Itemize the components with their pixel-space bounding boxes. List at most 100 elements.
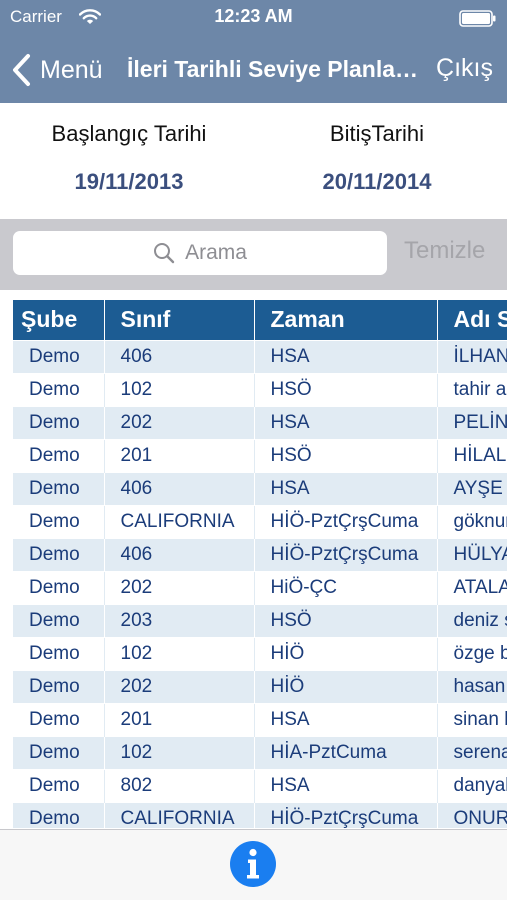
exit-button[interactable]: Çıkış — [436, 54, 493, 83]
cell-adi-soyadi: HİLAL — [437, 438, 507, 472]
table-row[interactable]: Demo 202 HSA PELİN — [13, 405, 507, 439]
cell-sube: Demo — [13, 405, 105, 439]
cell-sube: Demo — [13, 768, 105, 802]
cell-sinif: 202 — [104, 669, 255, 703]
page-title: İleri Tarihli Seviye Planlaması — [127, 56, 422, 82]
chevron-left-icon — [13, 54, 30, 86]
cell-sube: Demo — [13, 669, 105, 703]
cell-zaman: HİÖ-PztÇrşCuma — [254, 537, 438, 571]
cell-zaman: HSA — [254, 471, 438, 505]
cell-adi-soyadi: göknur — [437, 504, 507, 538]
cell-adi-soyadi: sinan b — [437, 702, 507, 736]
table-row[interactable]: Demo406HİÖ-PztÇrşCumaHÜLYA — [13, 537, 507, 571]
cell-sube: Demo — [13, 702, 105, 736]
status-bar: Carrier 12:23 AM — [0, 0, 507, 36]
clear-button[interactable]: Temizle — [404, 237, 485, 265]
table-row[interactable]: Demo 102 HİA-PztCuma serena — [13, 735, 507, 769]
end-date-label: BitişTarihi — [329, 121, 425, 146]
search-placeholder: Arama — [185, 241, 247, 264]
cell-sube: Demo — [13, 603, 105, 637]
cell-sube: Demo — [13, 801, 105, 828]
start-date-value[interactable]: 19/11/2013 — [2, 169, 256, 195]
start-date[interactable]: Başlangıç Tarihi 19/11/2013 — [2, 121, 256, 195]
battery-icon — [459, 10, 496, 27]
start-date-label: Başlangıç Tarihi — [51, 121, 207, 146]
column-header-zaman[interactable]: Zaman — [254, 300, 438, 340]
cell-zaman: HSA — [254, 405, 438, 439]
search-input[interactable]: Arama — [13, 231, 387, 275]
table-row[interactable]: Demo201HSAsinan b — [13, 702, 507, 736]
end-date-value[interactable]: 20/11/2014 — [250, 169, 504, 195]
cell-sube: Demo — [13, 438, 105, 472]
cell-zaman: HSA — [254, 702, 438, 736]
cell-sube: Demo — [13, 636, 105, 670]
cell-sinif: CALIFORNIA — [104, 801, 255, 828]
cell-sinif: CALIFORNIA — [104, 504, 255, 538]
cell-adi-soyadi: AYŞE — [437, 471, 507, 505]
cell-zaman: HİÖ-PztÇrşCuma — [254, 504, 438, 538]
table-row[interactable]: Demo 102 HİÖ özge b — [13, 636, 507, 670]
cell-sinif: 102 — [104, 636, 255, 670]
cell-sinif: 201 — [104, 702, 255, 736]
info-icon[interactable] — [229, 840, 277, 888]
table-header-row: Şube Sınıf Zaman Adı Soyadı — [13, 300, 507, 340]
cell-sinif: 406 — [104, 339, 255, 373]
cell-adi-soyadi: danyal — [437, 768, 507, 802]
cell-sinif: 201 — [104, 438, 255, 472]
end-date[interactable]: BitişTarihi 20/11/2014 — [250, 121, 504, 195]
cell-sinif: 102 — [104, 372, 255, 406]
cell-sinif: 406 — [104, 471, 255, 505]
cell-zaman: HSA — [254, 768, 438, 802]
table-row[interactable]: Demo CALIFORNIA HİÖ-PztÇrşCuma ONUR — [13, 801, 507, 828]
table-row[interactable]: Demo 406 HSA İLHAN — [13, 339, 507, 373]
table-row[interactable]: Demo 406 HSA AYŞE — [13, 471, 507, 505]
cell-zaman: HİÖ-PztÇrşCuma — [254, 801, 438, 828]
cell-sube: Demo — [13, 471, 105, 505]
table-row[interactable]: Demo203HSÖdeniz s — [13, 603, 507, 637]
cell-sube: Demo — [13, 504, 105, 538]
cell-sube: Demo — [13, 735, 105, 769]
cell-sinif: 202 — [104, 570, 255, 604]
table-row[interactable]: Demo 802 HSA danyal — [13, 768, 507, 802]
results-table[interactable]: Şube Sınıf Zaman Adı Soyadı Demo406HSAİL… — [13, 300, 507, 828]
cell-adi-soyadi: özge b — [437, 636, 507, 670]
cell-sinif: 203 — [104, 603, 255, 637]
cell-adi-soyadi: deniz s — [437, 603, 507, 637]
table-row[interactable]: Demo 202 HiÖ-ÇC ATALA — [13, 570, 507, 604]
cell-zaman: HSÖ — [254, 603, 438, 637]
cell-sube: Demo — [13, 339, 105, 373]
table-body: Demo 406 HSA İLHAN Demo 102 HSÖ tahir a Demo 202 H… — [13, 339, 507, 828]
table-row[interactable]: Demo CALIFORNIA HİÖ-PztÇrşCuma göknur — [13, 504, 507, 538]
cell-zaman: HİÖ — [254, 636, 438, 670]
cell-sube: Demo — [13, 372, 105, 406]
cell-zaman: HSÖ — [254, 438, 438, 472]
cell-zaman: HİA-PztCuma — [254, 735, 438, 769]
cell-sinif: 202 — [104, 405, 255, 439]
cell-adi-soyadi: İLHAN — [437, 339, 507, 373]
cell-zaman: HiÖ-ÇC — [254, 570, 438, 604]
cell-sube: Demo — [13, 537, 105, 571]
table-row[interactable]: Demo 201 HSÖ HİLAL — [13, 438, 507, 472]
table-row[interactable]: Demo 102 HSÖ tahir a — [13, 372, 507, 406]
cell-sinif: 102 — [104, 735, 255, 769]
table-row[interactable]: Demo 202 HİÖ hasan — [13, 669, 507, 703]
cell-adi-soyadi: ONUR — [437, 801, 507, 828]
search-icon — [154, 243, 175, 264]
back-button[interactable]: Menü — [10, 50, 103, 90]
cell-sube: Demo — [13, 570, 105, 604]
search-bar: Arama Temizle — [0, 219, 507, 290]
cell-adi-soyadi: HÜLYA — [437, 537, 507, 571]
column-header-adi-soyadi[interactable]: Adı Soyadı — [437, 300, 507, 340]
date-range: Başlangıç Tarihi 19/11/2013 BitişTarihi … — [0, 103, 507, 219]
cell-adi-soyadi: ATALA — [437, 570, 507, 604]
column-header-sube[interactable]: Şube — [13, 300, 105, 340]
column-header-sinif[interactable]: Sınıf — [104, 300, 255, 340]
cell-zaman: HSA — [254, 339, 438, 373]
nav-bar: Menü İleri Tarihli Seviye Planlaması Çık… — [0, 40, 507, 100]
cell-zaman: HSÖ — [254, 372, 438, 406]
bottom-toolbar — [0, 829, 507, 900]
cell-sinif: 406 — [104, 537, 255, 571]
cell-adi-soyadi: tahir a — [437, 372, 507, 406]
cell-sinif: 802 — [104, 768, 255, 802]
header: Carrier 12:23 AM Menü İleri Tarihli Sevi… — [0, 0, 507, 103]
